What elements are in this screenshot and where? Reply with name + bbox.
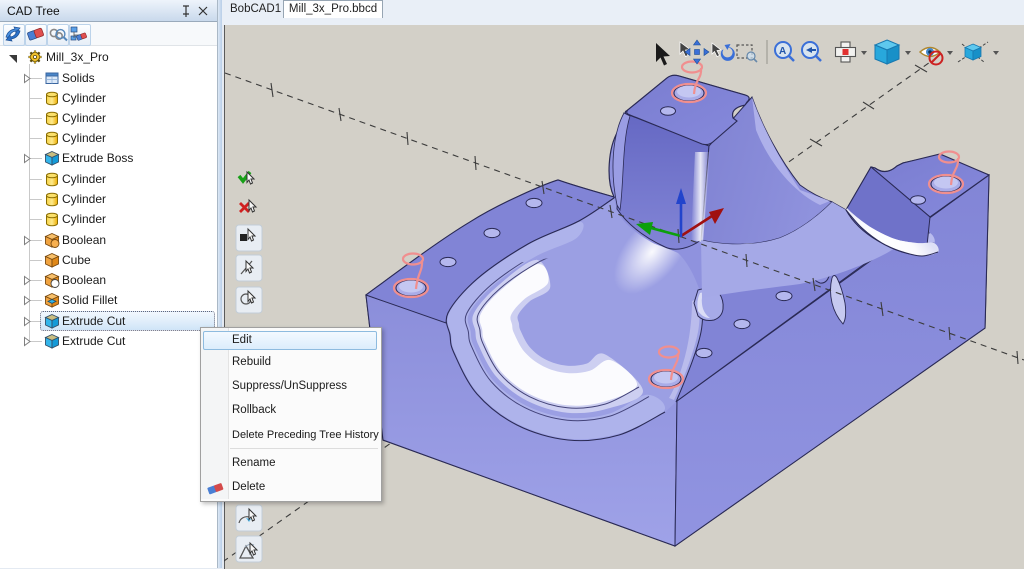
svg-text:A: A <box>779 46 786 57</box>
